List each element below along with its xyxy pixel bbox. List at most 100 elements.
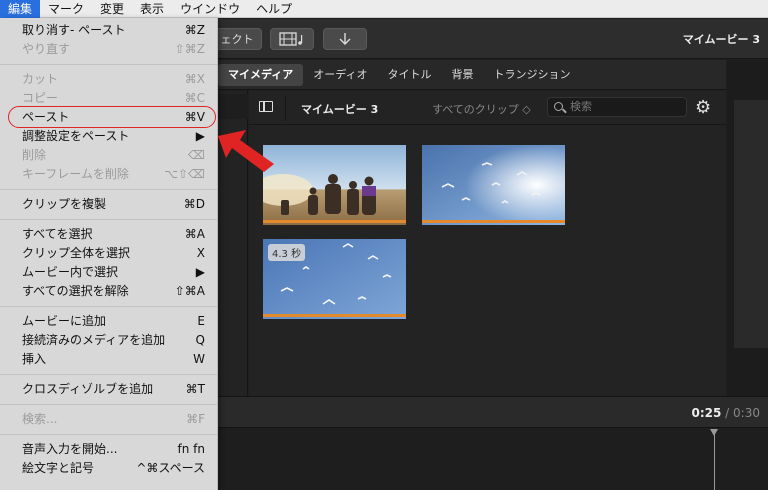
menu-item-shortcut: ⌥⇧⌫: [164, 167, 205, 181]
menu-separator: [0, 404, 217, 405]
menu-item[interactable]: クリップを複製 ⌘D: [0, 195, 217, 214]
menu-item-shortcut: ^⌘スペース: [136, 461, 205, 475]
download-arrow-icon: [339, 33, 351, 45]
menu-item-shortcut: ⌘T: [185, 382, 205, 396]
menu-item-shortcut: Q: [195, 333, 205, 347]
menu-item[interactable]: すべてを選択 ⌘A: [0, 225, 217, 244]
media-browser: マイムービー 3 すべてのクリップ ◇ 検索 ⚙ 4.3 秒: [249, 91, 726, 396]
menu-item[interactable]: 取り消す- ペースト ⌘Z: [0, 21, 217, 40]
menu-item: やり直す ⇧⌘Z: [0, 40, 217, 59]
tab-audio[interactable]: オーディオ: [303, 64, 377, 86]
search-placeholder: 検索: [570, 100, 592, 113]
clip-thumbnail-birds-2[interactable]: 4.3 秒: [263, 239, 406, 319]
playhead[interactable]: [710, 429, 718, 490]
menu-item[interactable]: 接続済みのメディアを追加 Q: [0, 331, 217, 350]
menu-item-shortcut: ⌫: [188, 148, 205, 162]
gear-icon[interactable]: ⚙: [695, 98, 711, 118]
menu-item[interactable]: 音声入力を開始... fn fn: [0, 440, 217, 459]
menu-item-shortcut: W: [193, 352, 205, 366]
menu-item-shortcut: ⌘D: [183, 197, 205, 211]
menu-separator: [0, 434, 217, 435]
menu-item-shortcut: X: [196, 246, 205, 260]
timeline[interactable]: [218, 429, 768, 490]
project-title: マイムービー 3: [682, 33, 760, 46]
menu-separator: [0, 189, 217, 190]
menu-separator: [0, 64, 217, 65]
menu-item-label: ムービーに追加: [22, 314, 107, 328]
menu-item-label: 挿入: [22, 352, 47, 366]
menu-item: カット ⌘X: [0, 70, 217, 89]
project-button[interactable]: ェクト: [212, 28, 262, 50]
menu-item[interactable]: すべての選択を解除 ⇧⌘A: [0, 282, 217, 301]
menu-item-label: ムービー内で選択: [22, 265, 119, 279]
viewer-pane: [734, 100, 768, 348]
menu-item-label: 接続済みのメディアを追加: [22, 333, 166, 347]
menu-item-label: クリップを複製: [22, 197, 107, 211]
browser-title: マイムービー 3: [301, 103, 379, 116]
menu-item[interactable]: クリップ全体を選択 X: [0, 244, 217, 263]
menu-item[interactable]: ムービー内で選択 ▶: [0, 263, 217, 282]
current-time: 0:25: [691, 406, 722, 420]
import-button[interactable]: [323, 28, 367, 50]
menubar-item-2[interactable]: 変更: [92, 0, 132, 18]
menubar-item-4[interactable]: ウインドウ: [172, 0, 248, 18]
film-music-icon: [279, 32, 303, 46]
edit-menu: 取り消す- ペースト ⌘Z やり直す ⇧⌘Z カット ⌘X コピー ⌘C ペースト ⌘V 調整設定を…: [0, 18, 218, 490]
menu-item-shortcut: fn fn: [177, 442, 205, 456]
menubar-item-3[interactable]: 表示: [132, 0, 172, 18]
menu-item-shortcut: E: [197, 314, 205, 328]
sidebar-toggle-icon[interactable]: [259, 101, 273, 112]
search-icon: [554, 102, 563, 111]
menu-item-label: すべてを選択: [22, 227, 93, 241]
menu-item-label: 検索...: [22, 412, 58, 426]
timeline-header: 0:25 / 0:30: [218, 396, 768, 428]
clip-thumbnail-birds-1[interactable]: [422, 145, 565, 225]
menubar-item-5[interactable]: ヘルプ: [248, 0, 300, 18]
tab-titles[interactable]: タイトル: [377, 64, 441, 86]
menu-item[interactable]: 絵文字と記号 ^⌘スペース: [0, 459, 217, 478]
menu-item-shortcut: ▶: [195, 129, 205, 143]
tab-transitions[interactable]: トランジション: [483, 64, 580, 86]
menu-item: 削除 ⌫: [0, 146, 217, 165]
menu-item-label: 調整設定をペースト: [22, 129, 130, 143]
menu-item[interactable]: 調整設定をペースト ▶: [0, 127, 217, 146]
menu-item-shortcut: ⇧⌘Z: [174, 42, 205, 56]
menubar-item-0[interactable]: 編集: [0, 0, 41, 18]
menu-bar: 編集 マーク 変更 表示 ウインドウ ヘルプ: [0, 0, 768, 18]
menu-item[interactable]: ムービーに追加 E: [0, 312, 217, 331]
timecode: 0:25 / 0:30: [691, 406, 760, 420]
menu-item: キーフレームを削除 ⌥⇧⌫: [0, 165, 217, 184]
menu-item-label: クリップ全体を選択: [22, 246, 131, 260]
media-tab-bar: マイメディア オーディオ タイトル 背景 トランジション: [218, 60, 726, 90]
clip-image-family: [263, 145, 406, 225]
clip-used-bar: [422, 220, 565, 223]
tab-my-media[interactable]: マイメディア: [218, 63, 304, 86]
search-input[interactable]: 検索: [547, 97, 687, 117]
menu-item-shortcut: ⌘F: [186, 412, 205, 426]
menu-item-label: 取り消す- ペースト: [22, 23, 126, 37]
menu-item-label: 音声入力を開始...: [22, 442, 118, 456]
clip-filter-select[interactable]: すべてのクリップ ◇: [432, 101, 531, 117]
menu-item-shortcut: ⇧⌘A: [174, 284, 205, 298]
total-time: 0:30: [733, 406, 760, 420]
menu-item-shortcut: ⌘Z: [184, 23, 205, 37]
clip-thumbnail-family[interactable]: [263, 145, 406, 225]
library-sidebar-header: [218, 94, 248, 119]
tab-backgrounds[interactable]: 背景: [441, 64, 483, 86]
menu-item-label: 削除: [22, 148, 47, 162]
media-audio-button[interactable]: [270, 28, 314, 50]
menu-item[interactable]: クロスディゾルブを追加 ⌘T: [0, 380, 217, 399]
menubar-item-1[interactable]: マーク: [40, 0, 92, 18]
menu-item-label: 絵文字と記号: [22, 461, 95, 475]
header-divider: [285, 95, 286, 121]
clip-used-bar: [263, 314, 406, 317]
menu-item-label: クロスディゾルブを追加: [22, 382, 154, 396]
menu-item: 検索... ⌘F: [0, 410, 217, 429]
menu-separator: [0, 219, 217, 220]
menu-separator: [0, 306, 217, 307]
menu-item-shortcut: ⌘X: [184, 72, 205, 86]
clip-image-birds: [422, 145, 565, 225]
menu-item[interactable]: 挿入 W: [0, 350, 217, 369]
red-arrow-annotation: [218, 130, 274, 172]
clip-duration-badge: 4.3 秒: [268, 244, 306, 261]
